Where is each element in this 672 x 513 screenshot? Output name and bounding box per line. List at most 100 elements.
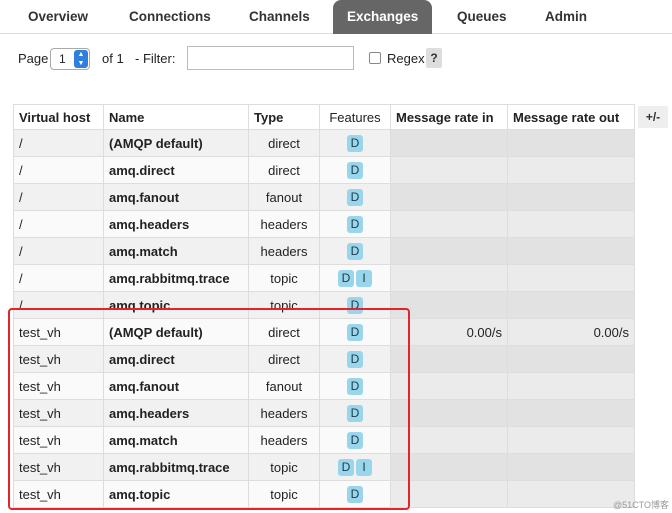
help-button[interactable]: ? [426,48,442,68]
table-row: / amq.topic topic D [13,291,635,319]
exchange-name-link[interactable]: amq.match [103,426,249,454]
tab-channels[interactable]: Channels [235,0,324,34]
features-cell: D [319,129,391,157]
vhost-cell: test_vh [13,345,104,373]
exchange-name-link[interactable]: amq.headers [103,210,249,238]
column-header-type[interactable]: Type [248,104,320,130]
column-toggle-button[interactable]: +/- [638,106,668,128]
regex-checkbox[interactable] [369,52,381,64]
page-select[interactable]: 1 ▲ ▼ [50,48,90,70]
internal-badge: I [356,458,372,476]
message-rate-in-cell [390,156,508,184]
message-rate-in-cell [390,183,508,211]
tab-exchanges[interactable]: Exchanges [333,0,433,34]
type-cell: topic [248,264,320,292]
column-header-features: Features [319,104,391,130]
exchanges-table: Virtual host Name Type Features Message … [13,104,635,508]
durable-badge: D [347,188,363,206]
message-rate-in-cell [390,426,508,454]
type-cell: headers [248,426,320,454]
durable-badge: D [347,134,363,152]
vhost-cell: / [13,210,104,238]
features-cell: DI [319,264,391,292]
filter-input[interactable] [187,46,354,70]
internal-badge: I [356,269,372,287]
exchange-name-link[interactable]: amq.direct [103,156,249,184]
features-cell: D [319,318,391,346]
features-cell: D [319,399,391,427]
message-rate-out-cell [507,237,635,265]
page-count-label: of 1 [102,51,124,66]
exchange-name-link[interactable]: amq.fanout [103,372,249,400]
page-label: Page [18,51,49,66]
type-cell: direct [248,345,320,373]
exchange-name-link[interactable]: amq.topic [103,291,249,319]
column-header-name[interactable]: Name [103,104,249,130]
vhost-cell: / [13,291,104,319]
table-row: test_vh amq.match headers D [13,426,635,454]
table-row: test_vh amq.rabbitmq.trace topic D I [13,453,635,481]
features-cell: D [319,426,391,454]
regex-label: Regex [387,51,425,66]
table-row: test_vh amq.fanout fanout D [13,372,635,400]
message-rate-in-cell [390,372,508,400]
filter-label: - Filter: [135,51,176,66]
column-header-message-rate-in[interactable]: Message rate in [390,104,508,130]
features-cell: D [319,156,391,184]
type-cell: topic [248,291,320,319]
column-header-message-rate-out[interactable]: Message rate out [507,104,635,130]
vhost-cell: / [13,237,104,265]
tab-overview[interactable]: Overview [14,0,102,34]
durable-badge: D [338,269,354,287]
column-header-virtual-host[interactable]: Virtual host [13,104,104,130]
exchange-name-link[interactable]: amq.rabbitmq.trace [103,264,249,292]
exchange-name-link[interactable]: amq.match [103,237,249,265]
table-row: test_vh amq.direct direct D [13,345,635,373]
message-rate-in-cell [390,237,508,265]
pagination-filter-bar: Page 1 ▲ ▼ of 1 - Filter: Regex ? [0,46,672,72]
exchange-name-link[interactable]: amq.rabbitmq.trace [103,453,249,481]
vhost-cell: / [13,264,104,292]
exchange-name-link[interactable]: amq.headers [103,399,249,427]
durable-badge: D [347,296,363,314]
features-cell: D [319,372,391,400]
durable-badge: D [338,458,354,476]
exchanges-table-wrapper: Virtual host Name Type Features Message … [13,104,635,508]
type-cell: direct [248,129,320,157]
table-row: / amq.match headers D [13,237,635,265]
exchange-name-link[interactable]: (AMQP default) [103,318,249,346]
durable-badge: D [347,215,363,233]
message-rate-out-cell [507,399,635,427]
table-row: / amq.fanout fanout D [13,183,635,211]
type-cell: headers [248,399,320,427]
vhost-cell: / [13,183,104,211]
message-rate-in-cell [390,291,508,319]
table-row: test_vh amq.topic topic D [13,480,635,508]
tab-connections[interactable]: Connections [115,0,225,34]
page-select-value: 1 [59,52,66,66]
features-cell: DI [319,453,391,481]
message-rate-out-cell [507,156,635,184]
tab-queues[interactable]: Queues [443,0,521,34]
vhost-cell: / [13,129,104,157]
message-rate-out-cell [507,129,635,157]
message-rate-out-cell: 0.00/s [507,318,635,346]
features-cell: D [319,210,391,238]
exchange-name-link[interactable]: (AMQP default) [103,129,249,157]
vhost-cell: test_vh [13,426,104,454]
type-cell: headers [248,237,320,265]
exchange-name-link[interactable]: amq.fanout [103,183,249,211]
vhost-cell: / [13,156,104,184]
table-row: test_vh (AMQP default) direct D 0.00/s 0.00/s [13,318,635,346]
exchange-name-link[interactable]: amq.direct [103,345,249,373]
exchange-name-link[interactable]: amq.topic [103,480,249,508]
durable-badge: D [347,431,363,449]
tab-admin[interactable]: Admin [531,0,601,34]
message-rate-out-cell [507,264,635,292]
message-rate-out-cell [507,453,635,481]
type-cell: fanout [248,372,320,400]
features-cell: D [319,480,391,508]
type-cell: headers [248,210,320,238]
durable-badge: D [347,377,363,395]
type-cell: topic [248,480,320,508]
